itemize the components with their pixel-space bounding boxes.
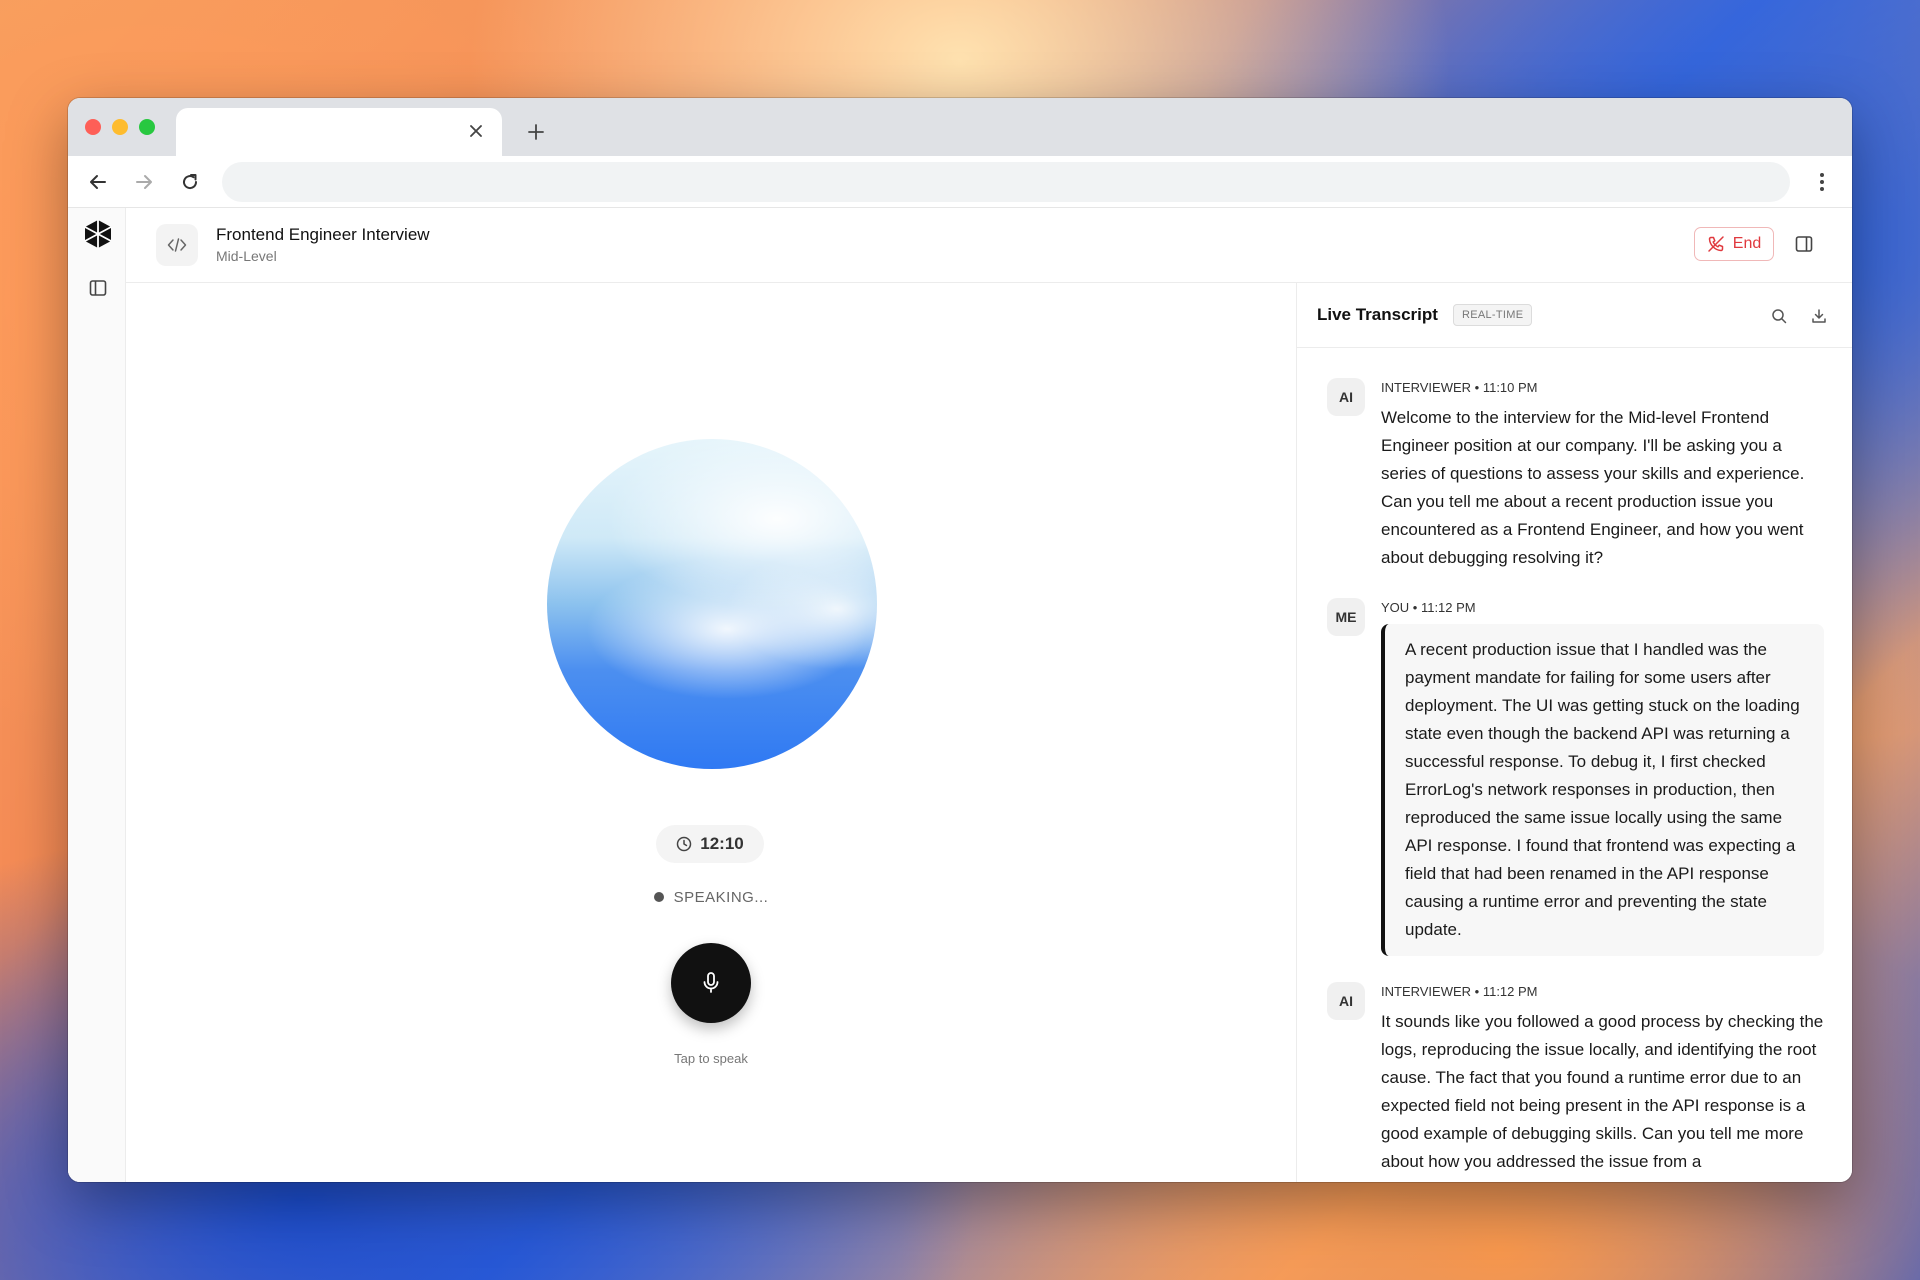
sidebar-toggle-icon[interactable] [84, 274, 112, 302]
avatar: AI [1327, 982, 1365, 1020]
reload-icon[interactable] [174, 166, 206, 198]
message-text: It sounds like you followed a good proce… [1381, 1012, 1824, 1171]
list-item: ME YOU • 11:12 PM A recent production is… [1327, 598, 1824, 956]
transcript-panel: Live Transcript REAL-TIME AI INTERVIEWER… [1296, 283, 1852, 1182]
tab-strip [68, 98, 1852, 156]
status-text: SPEAKING... [673, 889, 769, 906]
phone-off-icon [1707, 235, 1725, 253]
speaking-status: SPEAKING... [126, 889, 1296, 906]
avatar: ME [1327, 598, 1365, 636]
arrow-left-icon[interactable] [82, 166, 114, 198]
maximize-window-button[interactable] [139, 119, 155, 135]
close-icon[interactable] [462, 117, 490, 145]
search-icon[interactable] [1766, 303, 1792, 329]
list-item: AI INTERVIEWER • 11:10 PM Welcome to the… [1327, 378, 1824, 572]
voice-orb [547, 439, 877, 769]
panel-right-icon[interactable] [1790, 230, 1818, 258]
plus-icon[interactable] [520, 116, 552, 148]
avatar: AI [1327, 378, 1365, 416]
browser-toolbar [68, 156, 1852, 208]
voice-stage: 12:10 SPEAKING... Tap to speak [126, 283, 1296, 1182]
microphone-icon [701, 971, 721, 995]
message-meta: YOU • 11:12 PM [1381, 600, 1476, 615]
message-text: Welcome to the interview for the Mid-lev… [1381, 408, 1805, 567]
page-title: Frontend Engineer Interview [216, 225, 430, 244]
download-icon[interactable] [1806, 303, 1832, 329]
transcript-messages: AI INTERVIEWER • 11:10 PM Welcome to the… [1297, 348, 1852, 1182]
call-timer: 12:10 [656, 825, 764, 863]
address-bar[interactable] [222, 162, 1790, 202]
clock-icon [676, 836, 692, 852]
transcript-title: Live Transcript [1317, 305, 1438, 324]
window-controls [85, 119, 155, 135]
interview-app: Frontend Engineer Interview Mid-Level En… [68, 208, 1852, 1182]
message-meta: INTERVIEWER • 11:10 PM [1381, 380, 1538, 395]
mic-hint: Tap to speak [674, 1051, 748, 1066]
microphone-button[interactable] [671, 943, 751, 1023]
end-call-button[interactable]: End [1694, 227, 1774, 261]
browser-window: Frontend Engineer Interview Mid-Level En… [68, 98, 1852, 1182]
page-subtitle: Mid-Level [216, 248, 277, 264]
arrow-right-icon[interactable] [128, 166, 160, 198]
end-button-label: End [1732, 235, 1762, 252]
list-item: AI INTERVIEWER • 11:12 PM It sounds like… [1327, 982, 1824, 1176]
realtime-badge: REAL-TIME [1453, 304, 1533, 326]
message-text: A recent production issue that I handled… [1381, 624, 1824, 956]
kebab-menu-icon[interactable] [1806, 166, 1838, 198]
browser-tab[interactable] [176, 108, 502, 156]
interview-header: Frontend Engineer Interview Mid-Level En… [126, 208, 1852, 283]
code-icon [156, 224, 198, 266]
minimize-window-button[interactable] [112, 119, 128, 135]
close-window-button[interactable] [85, 119, 101, 135]
cube-logo-icon[interactable] [82, 218, 114, 250]
timer-value: 12:10 [700, 834, 744, 853]
message-meta: INTERVIEWER • 11:12 PM [1381, 984, 1538, 999]
transcript-header: Live Transcript REAL-TIME [1297, 283, 1852, 348]
status-dot [653, 892, 664, 902]
left-rail [68, 208, 126, 1182]
